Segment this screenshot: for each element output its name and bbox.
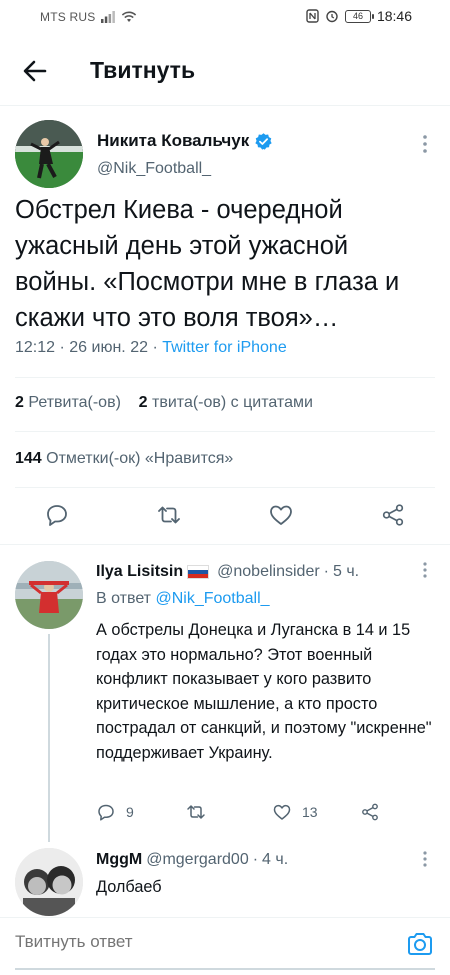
retweets-stat[interactable]: 2 Ретвита(-ов)	[15, 394, 121, 411]
reply-age: 5 ч.	[333, 563, 360, 580]
reply-action-share[interactable]	[360, 802, 380, 822]
retweets-count: 2	[15, 394, 24, 411]
reply-action-retweet[interactable]	[186, 802, 216, 822]
divider	[15, 431, 435, 432]
signal-icon	[101, 11, 116, 23]
share-icon[interactable]	[380, 502, 406, 528]
retweet-stats-row: 2 Ретвита(-ов) 2 твита(-ов) с цитатами	[15, 394, 313, 412]
retweets-label: Ретвита(-ов)	[28, 394, 121, 411]
reply-icon[interactable]	[44, 502, 70, 528]
divider	[15, 377, 435, 378]
reply-prefix: В ответ	[96, 590, 152, 607]
clock: 18:46	[376, 8, 412, 24]
quotes-stat[interactable]: 2 твита(-ов) с цитатами	[139, 394, 313, 411]
reply-author-name[interactable]: MggM	[96, 851, 142, 869]
like-icon	[273, 804, 291, 820]
author-avatar[interactable]	[15, 120, 83, 188]
quotes-count: 2	[138, 394, 148, 411]
input-underline	[15, 968, 435, 970]
quotes-label: твита(-ов) с цитатами	[152, 394, 313, 411]
status-bar: MTS RUS 46 18:46	[0, 0, 450, 36]
reply-author-handle[interactable]: @nobelinsider	[217, 563, 320, 581]
top-app-bar: Твитнуть	[0, 36, 450, 106]
status-right: 46 18:46	[306, 8, 412, 24]
divider	[15, 487, 435, 488]
avatar-photo	[15, 120, 83, 188]
alarm-icon	[326, 10, 338, 23]
section-separator	[0, 544, 450, 545]
reply-avatar[interactable]	[15, 848, 83, 916]
nfc-icon	[306, 9, 319, 23]
more-options-icon[interactable]	[422, 561, 428, 579]
reply-count: 9	[126, 804, 134, 820]
reply-header: Ilya Lisitsin @nobelinsider · 5 ч.	[96, 563, 359, 581]
reply-header: MggM @mgergard00 · 4 ч.	[96, 851, 288, 869]
more-options-icon[interactable]	[422, 850, 428, 868]
reply-author-name[interactable]: Ilya Lisitsin	[96, 563, 183, 581]
carrier-label: MTS RUS	[40, 10, 96, 24]
meta-separator: ·	[252, 851, 259, 868]
reply-actions: 9 13	[96, 802, 396, 828]
author-handle[interactable]: @Nik_Football_	[97, 160, 211, 178]
camera-icon[interactable]	[406, 930, 434, 958]
share-icon	[362, 803, 378, 821]
thread-line	[48, 634, 50, 842]
status-left: MTS RUS	[40, 10, 137, 24]
replying-to: В ответ @Nik_Football_	[96, 590, 270, 608]
tweet-text: Обстрел Киева - очередной ужасный день э…	[15, 196, 400, 332]
back-arrow-icon[interactable]	[20, 56, 50, 86]
tweet-meta: 12:12 · 26 июн. 22 · Twitter for iPhone	[15, 339, 287, 357]
page-title: Твитнуть	[90, 57, 196, 83]
reply-text: А обстрелы Донецка и Луганска в 14 и 15 …	[96, 621, 432, 762]
avatar-photo	[15, 561, 83, 629]
tweet-date: 26 июн. 22	[69, 339, 148, 356]
verified-badge-icon	[255, 132, 272, 150]
reply-action-like[interactable]: 13	[272, 802, 318, 822]
reply-action-reply[interactable]: 9	[96, 802, 134, 822]
battery-icon: 46	[344, 9, 374, 23]
meta-separator: ·	[59, 339, 70, 356]
author-name-row[interactable]: Никита Ковальчук	[97, 131, 273, 151]
likes-label: Отметки(-ок) «Нравится»	[46, 450, 234, 467]
compose-reply-bar	[0, 917, 450, 975]
reply-icon	[98, 804, 114, 821]
author-name: Никита Ковальчук	[97, 131, 250, 150]
reply-to-mention[interactable]: @Nik_Football_	[155, 590, 269, 607]
reply-author-handle[interactable]: @mgergard00	[146, 851, 249, 869]
meta-separator: ·	[323, 563, 329, 580]
reply-avatar[interactable]	[15, 561, 83, 629]
retweet-icon[interactable]	[156, 502, 182, 528]
tweet-time: 12:12	[15, 339, 56, 356]
russian-flag-icon	[187, 565, 210, 579]
tweet-source-link[interactable]: Twitter for iPhone	[162, 339, 287, 356]
retweet-icon	[187, 805, 205, 819]
likes-stats-row[interactable]: 144 Отметки(-ок) «Нравится»	[15, 450, 233, 468]
wifi-icon	[122, 11, 137, 22]
like-icon[interactable]	[268, 502, 294, 528]
meta-separator: ·	[152, 339, 163, 356]
reply-text: Долбаеб	[96, 878, 162, 896]
more-options-icon[interactable]	[422, 134, 428, 154]
avatar-photo	[15, 848, 83, 916]
reply-input[interactable]	[15, 932, 395, 952]
like-count: 13	[302, 804, 318, 820]
likes-count: 144	[15, 450, 42, 467]
reply-age: 4 ч.	[262, 851, 289, 868]
